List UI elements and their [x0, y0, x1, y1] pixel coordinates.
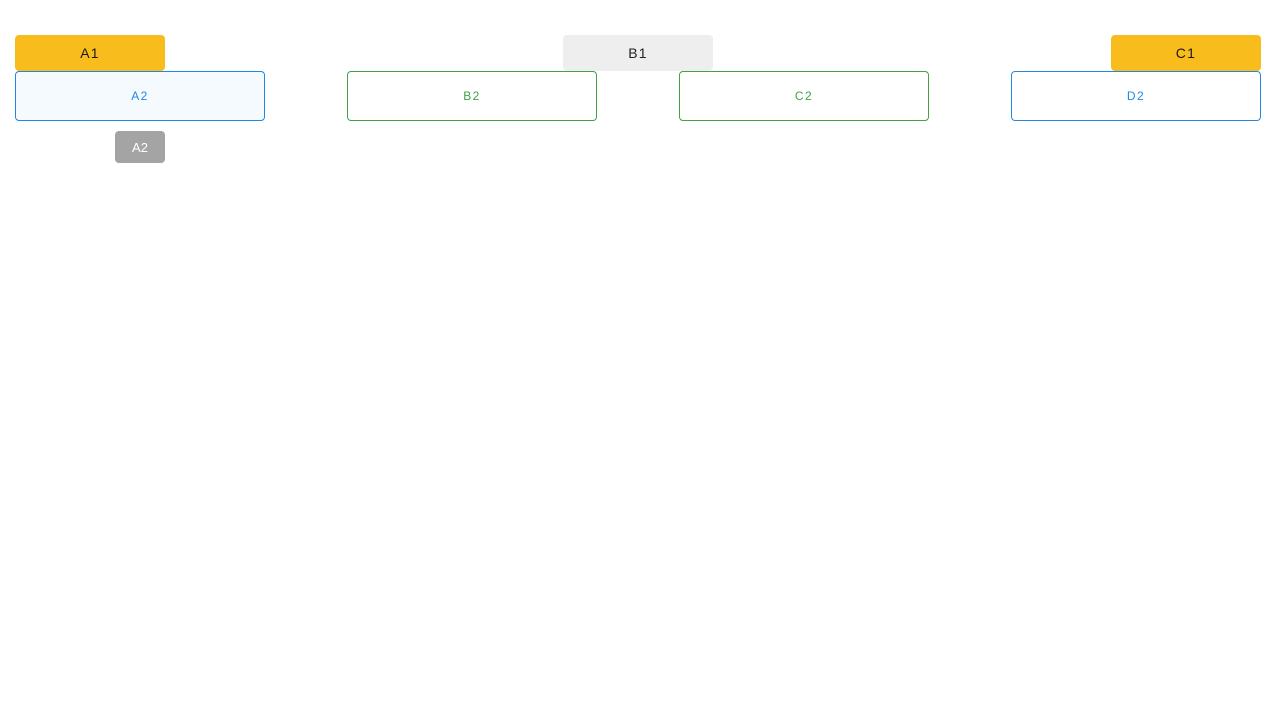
d2-button[interactable]: D2 — [1011, 71, 1261, 121]
c2-button[interactable]: C2 — [679, 71, 929, 121]
a2-button[interactable]: A2 — [15, 71, 265, 121]
c1-button[interactable]: C1 — [1111, 35, 1261, 71]
b2-button[interactable]: B2 — [347, 71, 597, 121]
a2-tooltip: A2 — [115, 131, 165, 163]
a1-button[interactable]: A1 — [15, 35, 165, 71]
b1-button[interactable]: B1 — [563, 35, 713, 71]
page: A1 B1 C1 A2 B2 C2 D2 A2 — [0, 0, 1280, 720]
